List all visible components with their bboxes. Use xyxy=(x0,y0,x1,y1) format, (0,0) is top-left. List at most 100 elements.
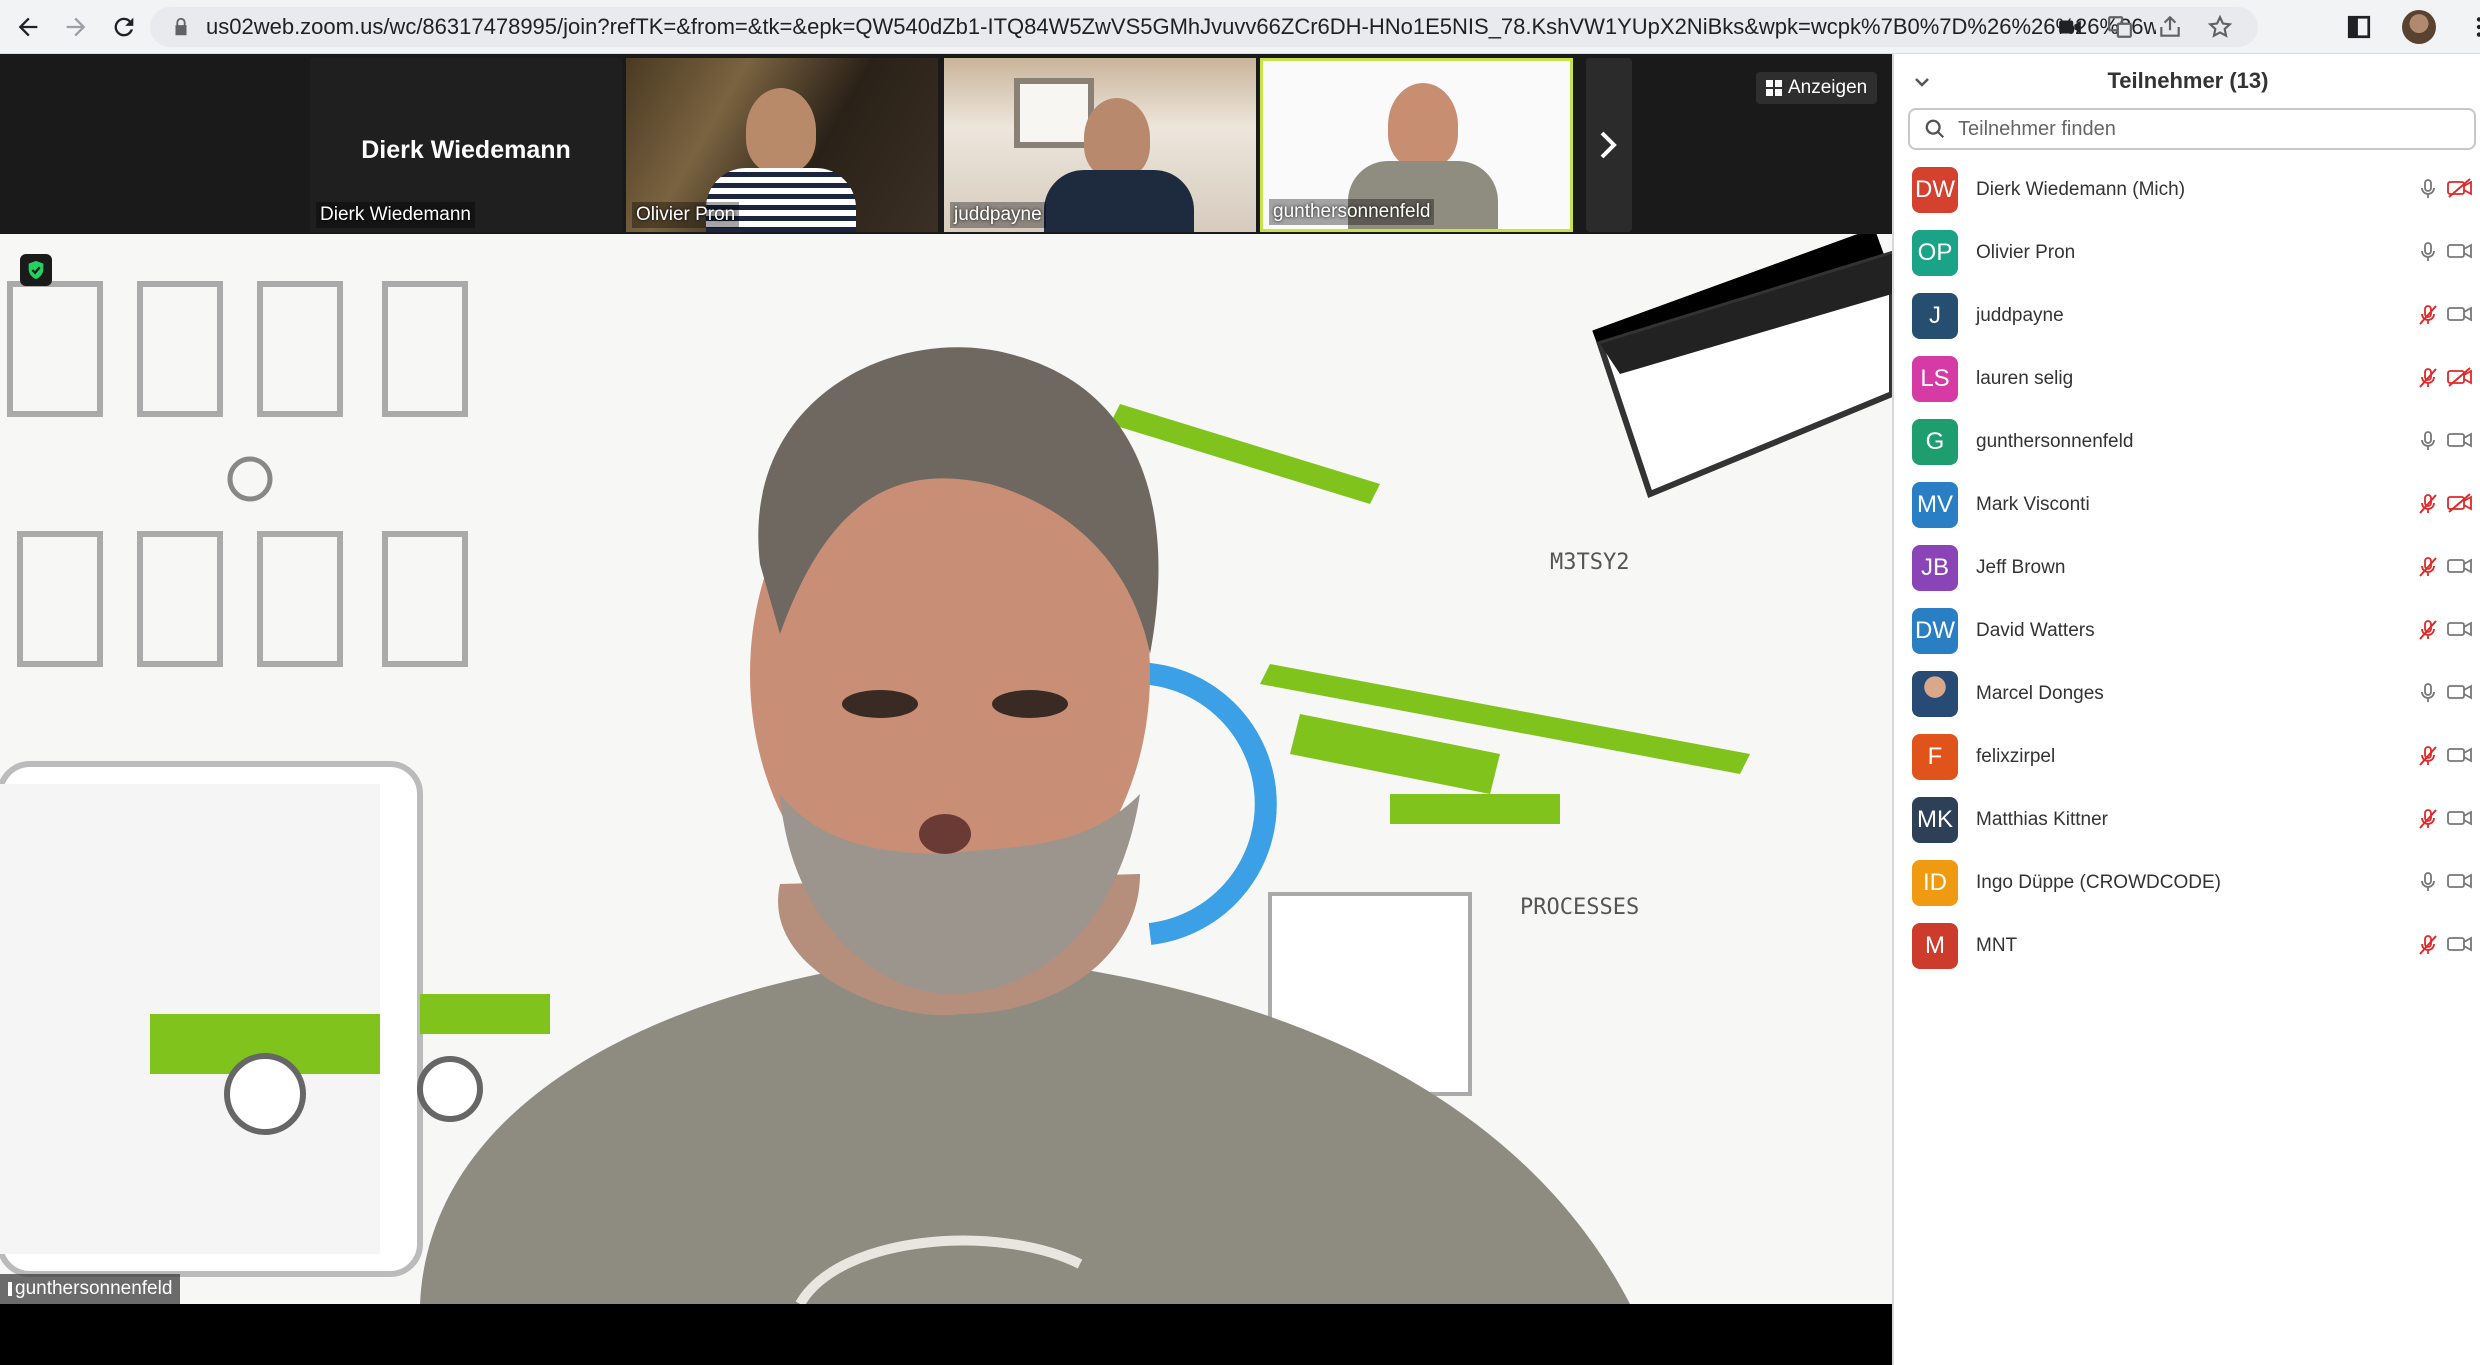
address-bar[interactable]: us02web.zoom.us/wc/86317478995/join?refT… xyxy=(150,7,2258,47)
avatar: LS xyxy=(1912,355,1958,402)
lock-icon[interactable] xyxy=(170,16,192,38)
participant-row[interactable]: Marcel Donges xyxy=(1894,662,2480,725)
camera-off-icon[interactable] xyxy=(2446,365,2476,393)
bg-word-system: M3TSY2 xyxy=(1550,550,1629,575)
participant-row[interactable]: MV Mark Visconti xyxy=(1894,473,2480,536)
microphone-icon[interactable] xyxy=(2416,680,2442,708)
star-icon[interactable] xyxy=(2206,13,2234,41)
participant-name: Olivier Pron xyxy=(1976,241,2076,263)
participant-name: Dierk Wiedemann (Mich) xyxy=(1976,178,2186,200)
tile-big-name: Dierk Wiedemann xyxy=(361,136,571,164)
participant-row[interactable]: DW Dierk Wiedemann (Mich) xyxy=(1894,158,2480,221)
microphone-muted-icon[interactable] xyxy=(2416,806,2442,834)
microphone-muted-icon[interactable] xyxy=(2416,932,2442,960)
shield-icon[interactable] xyxy=(20,254,52,286)
microphone-icon[interactable] xyxy=(2416,428,2442,456)
participant-row[interactable]: Ffelixzirpel xyxy=(1894,725,2480,788)
participant-name: Marcel Donges xyxy=(1976,682,2104,704)
participant-row[interactable]: Ggunthersonnenfeld xyxy=(1894,410,2480,473)
tile-label: gunthersonnenfeld xyxy=(1269,199,1435,225)
tile-label: juddpayne xyxy=(950,202,1046,228)
reload-icon[interactable] xyxy=(104,7,144,47)
camera-icon[interactable] xyxy=(2446,806,2476,834)
video-tile-olivier[interactable]: Olivier Pron xyxy=(626,58,938,232)
microphone-muted-icon[interactable] xyxy=(2416,491,2442,519)
camera-off-icon[interactable] xyxy=(2446,491,2476,519)
camera-icon[interactable] xyxy=(2446,239,2476,267)
tile-label: Olivier Pron xyxy=(632,202,740,228)
avatar: MV xyxy=(1912,481,1958,528)
camera-icon[interactable] xyxy=(2446,428,2476,456)
url-text[interactable]: us02web.zoom.us/wc/86317478995/join?refT… xyxy=(206,14,2156,40)
participant-row[interactable]: JB Jeff Brown xyxy=(1894,536,2480,599)
sidebar-icon[interactable] xyxy=(2340,8,2378,46)
bg-letters xyxy=(7,281,468,667)
participant-video xyxy=(746,88,816,173)
speaker-person xyxy=(420,347,1630,1304)
translate-icon[interactable] xyxy=(2106,13,2134,41)
meeting-controls-bar xyxy=(0,1304,1892,1365)
avatar: DW xyxy=(1912,607,1958,654)
participant-video xyxy=(1084,98,1150,178)
bg-word-processes: PROCESSES xyxy=(1520,895,1639,920)
participant-video xyxy=(1388,83,1458,168)
microphone-icon[interactable] xyxy=(2416,176,2442,204)
camera-off-icon[interactable] xyxy=(2446,176,2476,204)
panel-title: Teilnehmer (13) xyxy=(2107,68,2269,93)
search-icon xyxy=(1925,119,1945,139)
participant-name: Jeff Brown xyxy=(1976,556,2066,578)
participant-search[interactable] xyxy=(1908,108,2476,150)
microphone-icon[interactable] xyxy=(2416,869,2442,897)
menu-icon[interactable] xyxy=(2460,8,2480,46)
participant-name: Matthias Kittner xyxy=(1976,808,2108,830)
camera-icon[interactable] xyxy=(2446,617,2476,645)
camera-icon[interactable] xyxy=(2446,869,2476,897)
camera-icon[interactable] xyxy=(2446,680,2476,708)
participant-name: David Watters xyxy=(1976,619,2095,641)
participant-row[interactable]: M MNT xyxy=(1894,914,2480,977)
tile-label: Dierk Wiedemann xyxy=(316,202,475,228)
participant-list: DW Dierk Wiedemann (Mich) OP Olivier Pron Jj… xyxy=(1894,158,2480,977)
share-icon[interactable] xyxy=(2156,13,2184,41)
audio-bars-icon xyxy=(8,1281,12,1296)
grid-icon xyxy=(1766,80,1782,96)
participants-panel: Teilnehmer (13) DW Dierk Wiedemann (Mich)… xyxy=(1892,54,2480,1365)
shirt xyxy=(1044,170,1194,232)
avatar xyxy=(1912,670,1958,717)
avatar: M xyxy=(1912,922,1958,969)
camera-icon[interactable] xyxy=(2446,743,2476,771)
forward-icon[interactable] xyxy=(56,7,96,47)
bg-plus xyxy=(227,456,273,502)
microphone-muted-icon[interactable] xyxy=(2416,554,2442,582)
camera-icon[interactable] xyxy=(2446,932,2476,960)
participant-row[interactable]: MK Matthias Kittner xyxy=(1894,788,2480,851)
next-page-button[interactable] xyxy=(1586,58,1632,232)
microphone-muted-icon[interactable] xyxy=(2416,365,2442,393)
participant-row[interactable]: DW David Watters xyxy=(1894,599,2480,662)
avatar: OP xyxy=(1912,229,1958,276)
video-tile-gunther[interactable]: gunthersonnenfeld xyxy=(1260,58,1573,232)
speaker-video-frame: M3TSY2 PROCESSES xyxy=(0,234,1892,1304)
view-button[interactable]: Anzeigen xyxy=(1756,72,1878,104)
camera-icon[interactable] xyxy=(2056,13,2084,41)
back-icon[interactable] xyxy=(8,7,48,47)
participant-row[interactable]: ID Ingo Düppe (CROWDCODE) xyxy=(1894,851,2480,914)
profile-avatar[interactable] xyxy=(2402,10,2436,44)
participant-row[interactable]: Jjuddpayne xyxy=(1894,284,2480,347)
microphone-muted-icon[interactable] xyxy=(2416,617,2442,645)
participant-row[interactable]: LS lauren selig xyxy=(1894,347,2480,410)
microphone-muted-icon[interactable] xyxy=(2416,743,2442,771)
camera-icon[interactable] xyxy=(2446,554,2476,582)
video-tile-juddpayne[interactable]: juddpayne xyxy=(944,58,1256,232)
speaker-label: gunthersonnenfeld xyxy=(0,1274,181,1304)
camera-icon[interactable] xyxy=(2446,302,2476,330)
avatar: MK xyxy=(1912,796,1958,843)
avatar: DW xyxy=(1912,166,1958,213)
active-speaker-video: M3TSY2 PROCESSES gunthersonnenfeld xyxy=(0,234,1892,1304)
microphone-icon[interactable] xyxy=(2416,239,2442,267)
search-input[interactable] xyxy=(1958,117,2438,141)
participant-row[interactable]: OP Olivier Pron xyxy=(1894,221,2480,284)
video-tile-self[interactable]: Dierk Wiedemann Dierk Wiedemann xyxy=(310,58,622,232)
avatar: G xyxy=(1912,418,1958,465)
microphone-muted-icon[interactable] xyxy=(2416,302,2442,330)
